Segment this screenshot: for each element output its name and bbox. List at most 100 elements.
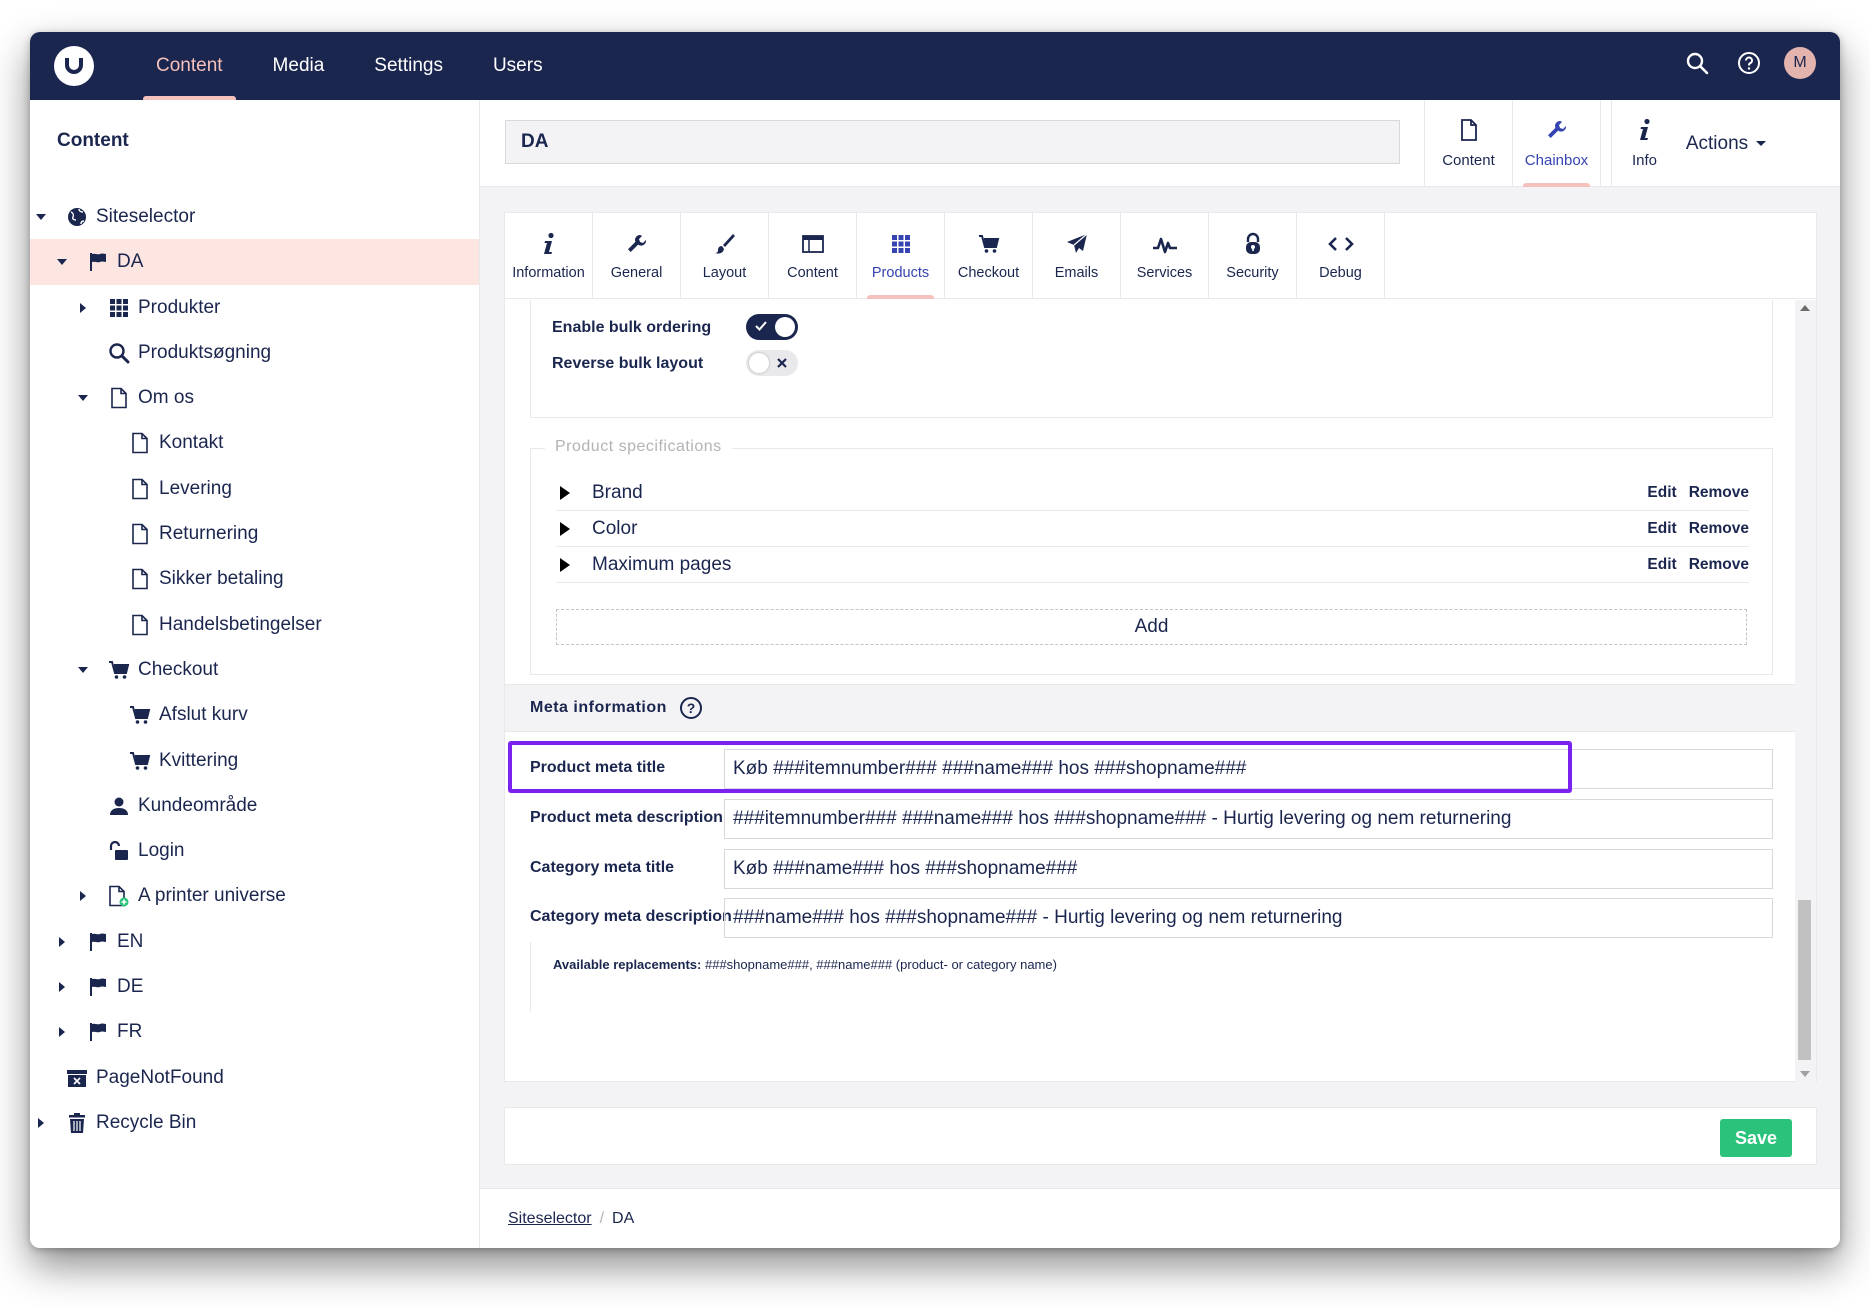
tab-security[interactable]: Security	[1209, 213, 1297, 299]
scroll-up-arrow[interactable]	[1800, 305, 1810, 311]
tab-checkout[interactable]: Checkout	[945, 213, 1033, 299]
tree-node[interactable]: Sikker betaling	[30, 556, 479, 601]
save-button[interactable]: Save	[1720, 1119, 1792, 1157]
nav-users[interactable]: Users	[468, 32, 568, 100]
tree-node[interactable]: Login	[30, 828, 479, 873]
caret-down-icon[interactable]	[57, 257, 67, 267]
caret-down-icon[interactable]	[78, 393, 88, 403]
tree-node[interactable]: Returnering	[30, 511, 479, 556]
remove-link[interactable]: Remove	[1689, 520, 1749, 538]
scrollbar[interactable]	[1795, 300, 1816, 1082]
x-icon	[775, 356, 789, 375]
cart-icon	[978, 231, 1000, 257]
caret-down-icon[interactable]	[78, 665, 88, 675]
user-avatar[interactable]: M	[1784, 47, 1816, 79]
caret-right-icon[interactable]	[57, 982, 67, 993]
meta-field-input[interactable]: Køb ###name### hos ###shopname###	[724, 849, 1773, 889]
edit-link[interactable]: Edit	[1647, 556, 1676, 574]
tree-node[interactable]: DE	[30, 964, 479, 1009]
document-icon	[129, 478, 151, 500]
tree-node[interactable]: Levering	[30, 466, 479, 511]
tree-node[interactable]: FR	[30, 1009, 479, 1054]
tab-label: Content	[787, 265, 838, 281]
nav-media[interactable]: Media	[248, 32, 350, 100]
tab-label: Security	[1226, 265, 1279, 281]
tree-node-label: Om os	[138, 387, 194, 409]
tree-node[interactable]: Checkout	[30, 647, 479, 692]
expand-triangle-icon[interactable]	[560, 557, 570, 572]
tab-debug[interactable]: Debug	[1297, 213, 1385, 299]
tab-information[interactable]: Information	[505, 213, 593, 299]
document-icon	[129, 568, 151, 590]
document-icon	[129, 614, 151, 636]
edit-link[interactable]: Edit	[1647, 484, 1676, 502]
spec-row: Brand Edit Remove	[556, 475, 1749, 511]
caret-down-icon	[1756, 141, 1767, 146]
spec-name: Color	[592, 517, 638, 539]
tree-node-label: Handelsbetingelser	[159, 613, 322, 635]
remove-link[interactable]: Remove	[1689, 484, 1749, 502]
caret-right-icon[interactable]	[78, 302, 88, 313]
umbraco-logo[interactable]	[54, 46, 94, 86]
meta-field-input[interactable]: ###itemnumber### ###name### hos ###shopn…	[724, 799, 1773, 839]
node-name-input[interactable]: DA	[505, 120, 1400, 164]
nav-settings[interactable]: Settings	[349, 32, 468, 100]
tree-node[interactable]: Om os	[30, 375, 479, 420]
app-content[interactable]: Content	[1424, 100, 1512, 187]
tree-node[interactable]: Afslut kurv	[30, 692, 479, 737]
meta-field-input[interactable]: ###name### hos ###shopname### - Hurtig l…	[724, 898, 1773, 938]
tree-node[interactable]: DA	[30, 239, 479, 285]
caret-down-icon[interactable]	[36, 212, 46, 222]
caret-right-icon[interactable]	[78, 891, 88, 902]
add-spec-button[interactable]: Add	[556, 609, 1747, 645]
tree-node[interactable]: Produkter	[30, 285, 479, 330]
enable-bulk-toggle[interactable]	[746, 314, 798, 340]
tree-node[interactable]: Handelsbetingelser	[30, 602, 479, 647]
chainbox-panel: Information General Layout Content Products C…	[504, 212, 1817, 1082]
edit-link[interactable]: Edit	[1647, 520, 1676, 538]
brush-icon	[713, 231, 737, 257]
tab-services[interactable]: Services	[1121, 213, 1209, 299]
caret-right-icon[interactable]	[36, 1117, 46, 1128]
tab-label: Emails	[1054, 265, 1099, 281]
flag-icon	[87, 976, 109, 998]
wrench-icon	[625, 231, 649, 257]
tree-node[interactable]: A printer universe	[30, 873, 479, 918]
tree-node[interactable]: Kundeområde	[30, 783, 479, 828]
tab-general[interactable]: General	[593, 213, 681, 299]
app-content-label: Content	[1442, 152, 1495, 169]
tree-node[interactable]: Produktsøgning	[30, 330, 479, 375]
tab-layout[interactable]: Layout	[681, 213, 769, 299]
remove-link[interactable]: Remove	[1689, 556, 1749, 574]
app-chainbox[interactable]: Chainbox	[1512, 100, 1600, 187]
tree-node[interactable]: Recycle Bin	[30, 1100, 479, 1145]
tree-node-label: Sikker betaling	[159, 568, 284, 590]
tree-node[interactable]: EN	[30, 919, 479, 964]
scroll-thumb[interactable]	[1798, 900, 1811, 1060]
actions-dropdown[interactable]: Actions	[1611, 100, 1840, 187]
reverse-bulk-toggle[interactable]	[746, 350, 798, 376]
help-icon[interactable]	[1732, 46, 1766, 80]
caret-right-icon[interactable]	[57, 1027, 67, 1038]
tree-node[interactable]: PageNotFound	[30, 1055, 479, 1100]
tree-node[interactable]: Kvittering	[30, 738, 479, 783]
nav-content[interactable]: Content	[131, 32, 248, 100]
caret-right-icon[interactable]	[57, 936, 67, 947]
expand-triangle-icon[interactable]	[560, 521, 570, 536]
spec-row: Color Edit Remove	[556, 511, 1749, 547]
scroll-down-arrow[interactable]	[1800, 1071, 1810, 1077]
expand-triangle-icon[interactable]	[560, 485, 570, 500]
tree-node-label: Levering	[159, 477, 232, 499]
tab-label: Products	[871, 265, 930, 281]
tab-products[interactable]: Products	[857, 213, 945, 299]
editor-area: DA Content Chainbox Info Actions Informa…	[480, 100, 1840, 1248]
tree-node-label: Produkter	[138, 296, 221, 318]
tab-emails[interactable]: Emails	[1033, 213, 1121, 299]
help-circle-icon[interactable]: ?	[680, 697, 702, 719]
tab-content[interactable]: Content	[769, 213, 857, 299]
tree-node[interactable]: Kontakt	[30, 420, 479, 465]
search-icon[interactable]	[1680, 46, 1714, 80]
tree-node[interactable]: Siteselector	[30, 194, 479, 239]
breadcrumb-siteselector[interactable]: Siteselector	[508, 1210, 592, 1228]
check-icon	[754, 319, 768, 338]
